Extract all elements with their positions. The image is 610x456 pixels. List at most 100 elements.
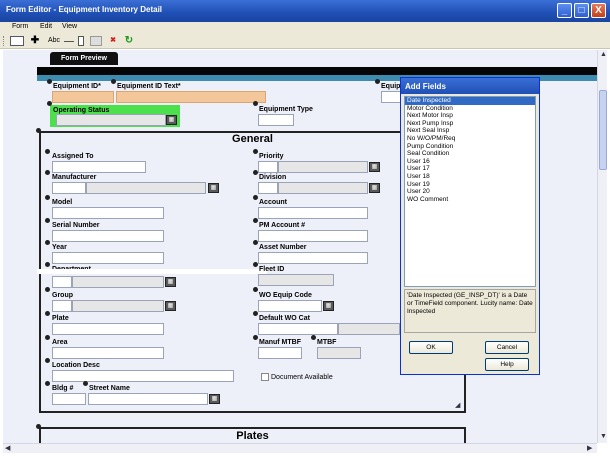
scroll-right-icon[interactable]: ▶ bbox=[587, 444, 592, 452]
group-picker-icon[interactable]: ▦ bbox=[165, 301, 176, 311]
street-name-input[interactable] bbox=[88, 393, 208, 405]
scroll-down-icon[interactable]: ▼ bbox=[600, 433, 607, 440]
division-desc-input[interactable] bbox=[278, 182, 368, 194]
equipment-type-input[interactable] bbox=[258, 114, 294, 126]
layout-icon[interactable] bbox=[10, 36, 24, 46]
manufacturer-desc-input[interactable] bbox=[86, 182, 206, 194]
field-handle[interactable] bbox=[83, 381, 88, 386]
text-field-button[interactable]: Abc bbox=[46, 36, 62, 46]
operating-status-input[interactable] bbox=[56, 114, 166, 126]
asset-number-input[interactable] bbox=[258, 252, 368, 264]
default-wo-cat-code-input[interactable] bbox=[258, 323, 338, 335]
list-item[interactable]: Seal Condition bbox=[405, 150, 535, 158]
list-item[interactable]: Next Pump Insp bbox=[405, 120, 535, 128]
refresh-icon[interactable]: ↻ bbox=[124, 36, 134, 46]
field-handle[interactable] bbox=[45, 149, 50, 154]
wo-equip-code-input[interactable] bbox=[258, 300, 322, 312]
division-picker-icon[interactable]: ▦ bbox=[369, 183, 380, 193]
field-handle[interactable] bbox=[253, 101, 258, 106]
field-handle[interactable] bbox=[253, 218, 258, 223]
field-handle[interactable] bbox=[45, 358, 50, 363]
street-name-picker-icon[interactable]: ▦ bbox=[209, 394, 220, 404]
equipment-id-input[interactable] bbox=[52, 91, 114, 103]
cancel-button[interactable]: Cancel bbox=[485, 341, 529, 354]
scroll-left-icon[interactable]: ◀ bbox=[5, 444, 10, 452]
field-icon[interactable] bbox=[90, 36, 102, 46]
list-item[interactable]: Date Inspected bbox=[405, 97, 535, 105]
list-item[interactable]: Pump Condition bbox=[405, 143, 535, 151]
add-fields-list[interactable]: Date Inspected Motor Condition Next Motor … bbox=[404, 96, 536, 287]
list-item[interactable]: User 20 bbox=[405, 188, 535, 196]
add-icon[interactable]: ✚ bbox=[30, 36, 40, 46]
field-handle[interactable] bbox=[45, 195, 50, 200]
menu-edit[interactable]: Edit bbox=[40, 23, 52, 30]
account-input[interactable] bbox=[258, 207, 368, 219]
field-handle[interactable] bbox=[47, 101, 52, 106]
box-icon[interactable] bbox=[78, 36, 84, 46]
field-handle[interactable] bbox=[375, 79, 380, 84]
list-item[interactable]: Motor Condition bbox=[405, 105, 535, 113]
mtbf-input[interactable] bbox=[317, 347, 361, 359]
group-desc-input[interactable] bbox=[72, 300, 164, 312]
field-handle[interactable] bbox=[45, 240, 50, 245]
division-code-input[interactable] bbox=[258, 182, 278, 194]
field-handle[interactable] bbox=[45, 381, 50, 386]
field-handle[interactable] bbox=[253, 195, 258, 200]
list-item[interactable]: Next Motor Insp bbox=[405, 112, 535, 120]
priority-code-input[interactable] bbox=[258, 161, 278, 173]
maximize-button[interactable]: □ bbox=[574, 3, 589, 18]
fleet-id-input[interactable] bbox=[258, 274, 334, 286]
manufacturer-picker-icon[interactable]: ▦ bbox=[208, 183, 219, 193]
menu-view[interactable]: View bbox=[62, 23, 77, 30]
field-handle[interactable] bbox=[45, 311, 50, 316]
assigned-to-input[interactable] bbox=[52, 161, 146, 173]
field-handle[interactable] bbox=[45, 335, 50, 340]
help-button[interactable]: Help bbox=[485, 358, 529, 371]
model-input[interactable] bbox=[52, 207, 164, 219]
scroll-up-icon[interactable]: ▲ bbox=[600, 51, 607, 58]
field-handle[interactable] bbox=[111, 79, 116, 84]
list-item[interactable]: No W/O/PM/Req bbox=[405, 135, 535, 143]
list-item[interactable]: User 16 bbox=[405, 158, 535, 166]
list-item[interactable]: Next Seal Insp bbox=[405, 127, 535, 135]
field-handle[interactable] bbox=[47, 79, 52, 84]
field-handle[interactable] bbox=[253, 170, 258, 175]
location-desc-input[interactable] bbox=[52, 370, 234, 382]
priority-picker-icon[interactable]: ▦ bbox=[369, 162, 380, 172]
field-handle[interactable] bbox=[253, 240, 258, 245]
year-input[interactable] bbox=[52, 252, 164, 264]
list-item[interactable]: User 17 bbox=[405, 165, 535, 173]
delete-icon[interactable]: ✖ bbox=[108, 36, 118, 46]
pm-account-input[interactable] bbox=[258, 230, 368, 242]
default-wo-cat-desc-input[interactable] bbox=[338, 323, 400, 335]
field-handle[interactable] bbox=[311, 335, 316, 340]
horizontal-scrollbar[interactable]: ◀ ▶ bbox=[3, 443, 597, 453]
tab-form-preview[interactable]: Form Preview bbox=[50, 52, 118, 65]
field-handle[interactable] bbox=[253, 335, 258, 340]
department-desc-input[interactable] bbox=[72, 276, 164, 288]
manufacturer-code-input[interactable] bbox=[52, 182, 86, 194]
department-picker-icon[interactable]: ▦ bbox=[165, 277, 176, 287]
vertical-scrollbar[interactable]: ▲ ▼ bbox=[597, 50, 607, 443]
serial-number-input[interactable] bbox=[52, 230, 164, 242]
equipment-id-text-input[interactable] bbox=[116, 91, 266, 103]
group-code-input[interactable] bbox=[52, 300, 72, 312]
plate-input[interactable] bbox=[52, 323, 164, 335]
field-handle[interactable] bbox=[45, 262, 50, 267]
field-handle[interactable] bbox=[45, 218, 50, 223]
field-handle[interactable] bbox=[253, 262, 258, 267]
list-item[interactable]: User 18 bbox=[405, 173, 535, 181]
list-item[interactable]: User 19 bbox=[405, 181, 535, 189]
field-handle[interactable] bbox=[45, 170, 50, 175]
manuf-mtbf-input[interactable] bbox=[258, 347, 302, 359]
wo-equip-code-picker-icon[interactable]: ▦ bbox=[323, 301, 334, 311]
line-icon[interactable] bbox=[64, 41, 74, 42]
list-item[interactable]: WO Comment bbox=[405, 196, 535, 204]
priority-desc-input[interactable] bbox=[278, 161, 368, 173]
field-handle[interactable] bbox=[45, 287, 50, 292]
field-handle[interactable] bbox=[253, 311, 258, 316]
menu-form[interactable]: Form bbox=[12, 23, 28, 30]
field-handle[interactable] bbox=[253, 287, 258, 292]
operating-status-picker-icon[interactable]: ▦ bbox=[166, 115, 177, 125]
minimize-button[interactable]: _ bbox=[557, 3, 572, 18]
